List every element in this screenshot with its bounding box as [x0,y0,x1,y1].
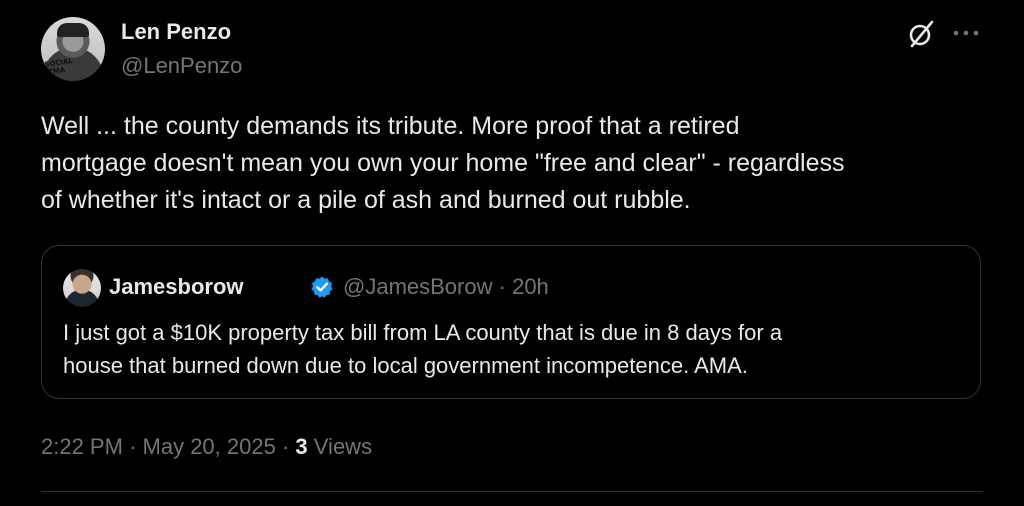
verified-badge-icon [311,276,333,298]
quote-text: I just got a $10K property tax bill from… [63,320,783,378]
views-label: Views [313,434,373,459]
quote-separator: · [498,274,506,299]
meta-separator-2: · [281,434,290,459]
tweet: SOCIAL ITMA Len Penzo @LenPenzo Well ... … [0,0,1024,506]
grok-icon[interactable] [906,19,936,49]
author-avatar[interactable]: SOCIAL ITMA [41,17,105,81]
author-display-name[interactable]: Len Penzo [121,18,231,46]
quote-meta: @JamesBorow · 20h [343,273,549,301]
more-icon[interactable] [951,27,981,39]
tweet-text: Well ... the county demands its tribute.… [41,112,845,214]
meta-separator: · [129,434,137,459]
tweet-meta: 2:22 PM · May 20, 2025 · 3 Views [41,433,372,461]
quote-author-handle: @JamesBorow [343,274,493,299]
quoted-tweet[interactable]: Jamesborow @JamesBorow · 20h I just got … [41,245,981,399]
quote-timestamp: 20h [512,274,549,299]
author-handle[interactable]: @LenPenzo [121,52,242,80]
tweet-time[interactable]: 2:22 PM [41,434,123,459]
avatar-stamp-logo: SOCIAL ITMA [43,56,74,77]
quote-author-avatar[interactable] [63,269,101,307]
avatar-cap [57,23,89,37]
quote-author-display-name: Jamesborow [109,274,244,299]
divider [41,491,983,492]
tweet-date[interactable]: May 20, 2025 [143,434,276,459]
views-count: 3 [295,434,308,459]
